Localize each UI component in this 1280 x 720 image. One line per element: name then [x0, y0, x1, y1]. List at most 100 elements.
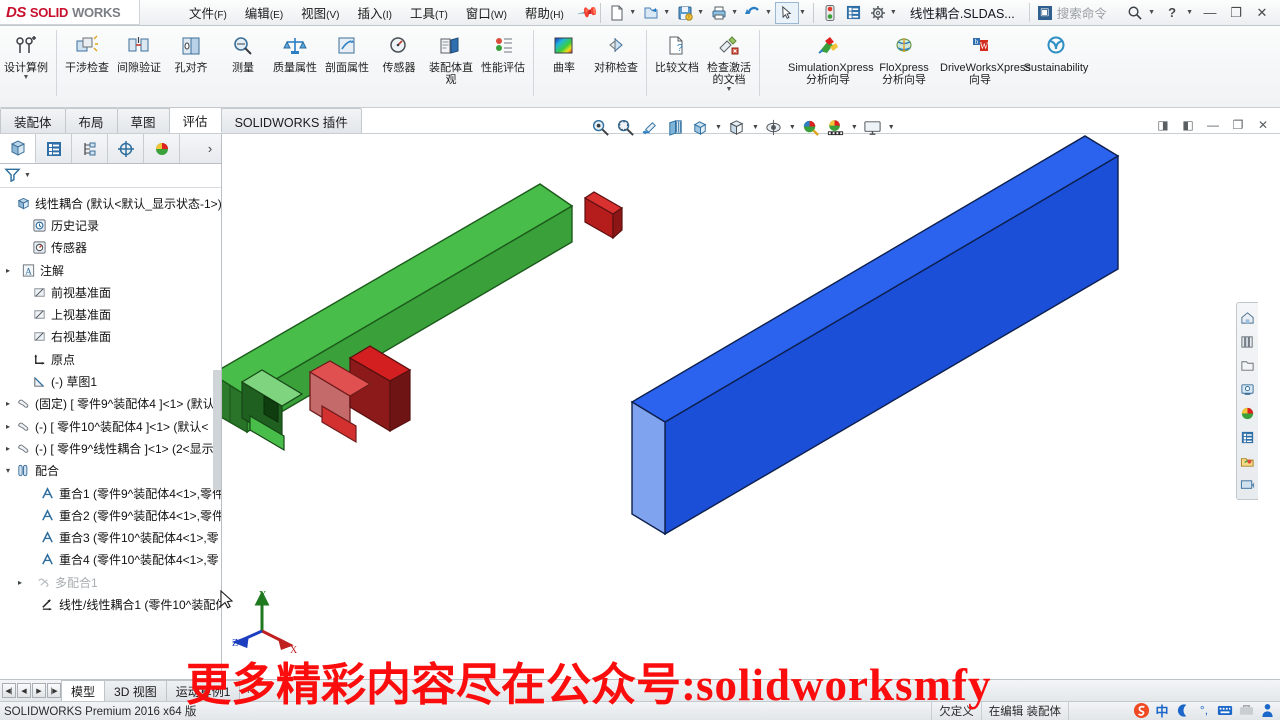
- check-active-document-button[interactable]: 检查激活的文档 ▼: [703, 30, 755, 96]
- person-icon[interactable]: [1258, 701, 1276, 719]
- tree-node-mate-coincident1[interactable]: 重合1 (零件9^装配体4<1>,零件: [0, 482, 221, 504]
- tree-expander[interactable]: ▸: [2, 399, 14, 408]
- property-manager-tab[interactable]: [36, 134, 72, 163]
- first-tab-button[interactable]: ◀|: [2, 683, 16, 698]
- last-tab-button[interactable]: |▶: [47, 683, 61, 698]
- display-style-icon[interactable]: [725, 115, 749, 139]
- minimize-document-button[interactable]: —: [1202, 114, 1224, 136]
- simulationxpress-button[interactable]: SimulationXpress 分析向导: [788, 30, 874, 96]
- tree-expander[interactable]: ▸: [2, 422, 14, 431]
- print-icon[interactable]: [707, 2, 731, 24]
- restore-button[interactable]: ❐: [1224, 2, 1248, 24]
- graphics-viewport[interactable]: Y X Z: [222, 134, 1258, 679]
- view-settings-dropdown[interactable]: ▼: [886, 124, 897, 131]
- view-palette-icon[interactable]: [1237, 401, 1257, 425]
- tree-node-sensors[interactable]: 传感器: [0, 237, 221, 259]
- mass-properties-button[interactable]: 质量属性: [269, 30, 321, 96]
- edit-appearance-icon[interactable]: [799, 115, 823, 139]
- design-library-icon[interactable]: [1237, 329, 1257, 353]
- print-dropdown[interactable]: ▼: [731, 9, 738, 16]
- menu-insert[interactable]: 插入(I): [349, 0, 401, 25]
- pushpin-icon[interactable]: 📌: [576, 1, 599, 25]
- tree-node-top-plane[interactable]: 上视基准面: [0, 303, 221, 325]
- custom-properties-icon[interactable]: [1237, 449, 1257, 473]
- tab-solidworks-addins[interactable]: SOLIDWORKS 插件: [220, 108, 362, 133]
- tree-expander[interactable]: ▸: [14, 578, 26, 587]
- tree-node-origin[interactable]: 原点: [0, 348, 221, 370]
- filter-dropdown[interactable]: ▼: [24, 172, 31, 179]
- tab-evaluate[interactable]: 评估: [168, 107, 222, 133]
- tree-expander[interactable]: ▸: [2, 444, 14, 453]
- prev-tab-button[interactable]: ◀: [17, 683, 31, 698]
- section-view-icon[interactable]: [663, 115, 687, 139]
- tree-node-mate-coincident4[interactable]: 重合4 (零件10^装配体4<1>,零: [0, 549, 221, 571]
- prev-document-button[interactable]: ◨: [1152, 114, 1174, 136]
- zoom-to-area-icon[interactable]: [613, 115, 637, 139]
- section-properties-button[interactable]: 剖面属性: [321, 30, 373, 96]
- help-button[interactable]: ?: [1160, 2, 1184, 24]
- bottom-tab-motion-study[interactable]: 运动算例1: [165, 680, 241, 701]
- bottom-tab-model[interactable]: 模型: [61, 680, 106, 701]
- design-study-button[interactable]: 设计算例 ▼: [0, 30, 52, 96]
- sustainability-button[interactable]: Sustainability: [1018, 30, 1094, 96]
- performance-evaluation-button[interactable]: 性能评估: [477, 30, 529, 96]
- tree-expander[interactable]: ▸: [2, 266, 14, 275]
- undo-icon[interactable]: [741, 2, 765, 24]
- design-study-dropdown[interactable]: ▼: [23, 74, 30, 82]
- next-document-button[interactable]: ◧: [1177, 114, 1199, 136]
- tree-node-component-1[interactable]: ▸ (固定) [ 零件9^装配体4 ]<1> (默认<: [0, 393, 221, 415]
- configuration-manager-tab[interactable]: [72, 134, 108, 163]
- view-orientation-icon[interactable]: [688, 115, 712, 139]
- driveworksxpress-button[interactable]: Wb DriveWorksXpress 向导: [940, 30, 1031, 96]
- tab-assembly[interactable]: 装配体: [0, 108, 66, 133]
- home-icon[interactable]: [1237, 305, 1257, 329]
- help-dropdown[interactable]: ▼: [1186, 9, 1193, 16]
- tab-sketch[interactable]: 草图: [116, 108, 170, 133]
- floxpress-button[interactable]: FloXpress 分析向导: [866, 30, 942, 96]
- display-pane-icon[interactable]: [1237, 473, 1257, 497]
- close-button[interactable]: ✕: [1250, 2, 1274, 24]
- select-pointer-icon[interactable]: [774, 1, 799, 24]
- search-scope-icon[interactable]: ▣: [1037, 5, 1052, 20]
- assembly-visualization-button[interactable]: 装配体直观: [425, 30, 477, 96]
- save-icon[interactable]: !: [673, 2, 697, 24]
- select-dropdown[interactable]: ▼: [799, 9, 806, 16]
- hole-alignment-button[interactable]: 孔对齐: [165, 30, 217, 96]
- filter-funnel-icon[interactable]: [4, 166, 21, 185]
- toolbox-icon[interactable]: [1237, 701, 1255, 719]
- apply-scene-dropdown[interactable]: ▼: [849, 124, 860, 131]
- chevron-right-icon[interactable]: ›: [199, 134, 221, 163]
- search-commands[interactable]: ▣ 搜索命令: [1028, 3, 1107, 22]
- tree-node-mate-coincident3[interactable]: 重合3 (零件10^装配体4<1>,零: [0, 526, 221, 548]
- display-style-dropdown[interactable]: ▼: [750, 124, 761, 131]
- magnifier-icon[interactable]: [1122, 2, 1146, 24]
- measure-button[interactable]: 测量: [217, 30, 269, 96]
- next-tab-button[interactable]: ▶: [32, 683, 46, 698]
- menu-edit[interactable]: 编辑(E): [236, 0, 292, 25]
- sogou-logo-icon[interactable]: [1132, 701, 1150, 719]
- chinese-mode-icon[interactable]: 中: [1153, 701, 1171, 719]
- keyboard-icon[interactable]: [1216, 701, 1234, 719]
- close-document-button[interactable]: ✕: [1252, 114, 1274, 136]
- zoom-to-fit-icon[interactable]: [588, 115, 612, 139]
- tree-expander[interactable]: ▾: [2, 466, 14, 475]
- menu-view[interactable]: 视图(V): [292, 0, 348, 25]
- view-orientation-dropdown[interactable]: ▼: [713, 124, 724, 131]
- punctuation-icon[interactable]: °,: [1195, 701, 1213, 719]
- minimize-button[interactable]: —: [1198, 2, 1222, 24]
- menu-help[interactable]: 帮助(H): [516, 0, 573, 25]
- previous-view-icon[interactable]: [638, 115, 662, 139]
- moon-icon[interactable]: [1174, 701, 1192, 719]
- tab-layout[interactable]: 布局: [64, 108, 118, 133]
- new-document-icon[interactable]: [605, 2, 629, 24]
- sensor-button[interactable]: 传感器: [373, 30, 425, 96]
- settings-dropdown[interactable]: ▼: [890, 9, 897, 16]
- hide-show-items-icon[interactable]: [762, 115, 786, 139]
- add-tab-button[interactable]: +: [239, 680, 257, 701]
- hide-show-items-dropdown[interactable]: ▼: [787, 124, 798, 131]
- appearances-scenes-icon[interactable]: [1237, 425, 1257, 449]
- tree-node-component-2[interactable]: ▸ (-) [ 零件10^装配体4 ]<1> (默认<: [0, 415, 221, 437]
- interference-check-button[interactable]: 干涉检查: [61, 30, 113, 96]
- menu-file[interactable]: 文件(F): [180, 0, 236, 25]
- symmetry-check-button[interactable]: 对称检查: [590, 30, 642, 96]
